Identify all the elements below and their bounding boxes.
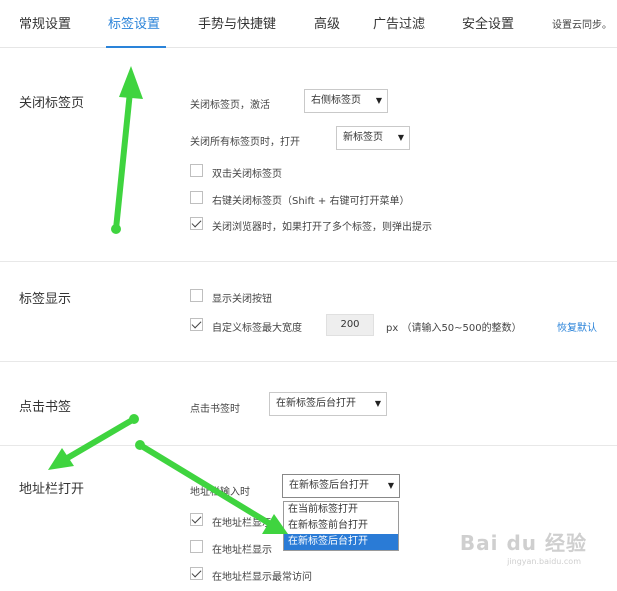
tab-ad-filter[interactable]: 广告过滤	[373, 13, 425, 32]
section-divider	[0, 261, 617, 262]
address-bar-opt2-label: 在地址栏显示	[212, 545, 272, 556]
address-bar-opt1-checkbox[interactable]	[190, 513, 203, 526]
bookmark-click-select[interactable]: 在新标签后台打开 ▼	[269, 392, 387, 416]
address-bar-dropdown-list: 在当前标签打开 在新标签前台打开 在新标签后台打开	[283, 501, 399, 551]
double-click-close-label: 双击关闭标签页	[212, 169, 282, 180]
section-title-address-bar: 地址栏打开	[19, 482, 85, 497]
show-close-button-checkbox[interactable]	[190, 289, 203, 302]
section-title-tab-display: 标签显示	[19, 292, 72, 307]
section-divider	[0, 445, 617, 446]
after-close-label: 关闭标签页，激活	[190, 100, 270, 111]
bookmark-click-label: 点击书签时	[190, 404, 240, 415]
address-bar-select[interactable]: 在新标签后台打开 ▼	[282, 474, 400, 498]
tab-gestures-shortcuts[interactable]: 手势与快捷键	[198, 13, 276, 32]
after-close-select-value: 右侧标签页	[311, 95, 361, 106]
section-title-bookmark-click: 点击书签	[19, 400, 72, 415]
address-bar-input-label: 地址栏输入时	[190, 487, 250, 498]
after-close-all-label: 关闭所有标签页时，打开	[190, 137, 300, 148]
chevron-down-icon: ▼	[375, 96, 382, 105]
chevron-down-icon: ▼	[387, 481, 394, 490]
restore-default-link[interactable]: 恢复默认	[557, 319, 597, 334]
bookmark-click-select-value: 在新标签后台打开	[276, 398, 356, 409]
custom-width-checkbox[interactable]	[190, 318, 203, 331]
tab-tab-settings[interactable]: 标签设置	[108, 13, 160, 32]
tab-width-input[interactable]: 200	[326, 314, 374, 336]
dropdown-option-current-tab[interactable]: 在当前标签打开	[284, 502, 398, 518]
tab-security[interactable]: 安全设置	[462, 13, 514, 32]
active-tab-indicator	[106, 46, 166, 48]
dropdown-option-new-tab-foreground[interactable]: 在新标签前台打开	[284, 518, 398, 534]
after-close-all-select-value: 新标签页	[343, 132, 383, 143]
section-title-close-tab: 关闭标签页	[19, 96, 85, 111]
address-bar-select-value: 在新标签后台打开	[289, 480, 369, 491]
tab-general[interactable]: 常规设置	[19, 13, 71, 32]
chevron-down-icon: ▼	[374, 399, 381, 408]
address-bar-opt1-label: 在地址栏显示	[212, 518, 272, 529]
warn-multi-tabs-checkbox[interactable]	[190, 217, 203, 230]
tab-advanced[interactable]: 高级	[314, 13, 340, 32]
section-divider	[0, 361, 617, 362]
address-bar-opt3-checkbox[interactable]	[190, 567, 203, 580]
baidu-watermark-url: jingyan.baidu.com	[507, 557, 581, 566]
chevron-down-icon: ▼	[397, 133, 404, 142]
settings-tab-bar: 常规设置 标签设置 手势与快捷键 高级 广告过滤 安全设置 设置云同步。	[0, 0, 617, 48]
baidu-watermark-logo: Bai du 经验	[459, 531, 587, 555]
custom-width-label: 自定义标签最大宽度	[212, 323, 302, 334]
tab-cloud-sync[interactable]: 设置云同步。	[552, 16, 612, 31]
arrow-up-to-tab-settings	[111, 66, 143, 234]
tab-width-unit-hint: px （请输入50~500的整数）	[386, 323, 522, 334]
show-close-button-label: 显示关闭按钮	[212, 294, 272, 305]
address-bar-opt3-label: 在地址栏显示最常访问	[212, 572, 312, 583]
arrow-to-address-bar-section	[48, 414, 139, 470]
double-click-close-checkbox[interactable]	[190, 164, 203, 177]
address-bar-opt2-checkbox[interactable]	[190, 540, 203, 553]
dropdown-option-new-tab-background[interactable]: 在新标签后台打开	[284, 534, 398, 550]
right-click-close-checkbox[interactable]	[190, 191, 203, 204]
after-close-all-select[interactable]: 新标签页 ▼	[336, 126, 410, 150]
warn-multi-tabs-label: 关闭浏览器时，如果打开了多个标签，则弹出提示	[212, 222, 432, 233]
right-click-close-label: 右键关闭标签页（Shift + 右键可打开菜单）	[212, 196, 410, 207]
after-close-select[interactable]: 右侧标签页 ▼	[304, 89, 388, 113]
